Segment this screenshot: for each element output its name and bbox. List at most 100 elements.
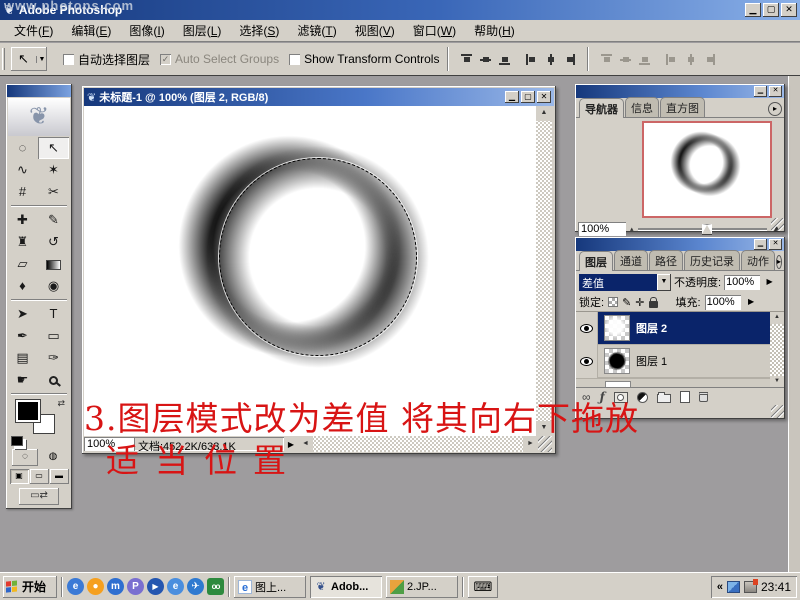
move-tool-preset-button[interactable]: ↖ ▼ <box>11 47 47 71</box>
messenger-icon[interactable]: ● <box>87 578 104 595</box>
type-tool-icon[interactable]: T <box>38 303 69 325</box>
opacity-slider-arrow-icon[interactable]: ▶ <box>763 275 776 290</box>
tab-layers[interactable]: 图层 <box>579 251 613 271</box>
status-menu-arrow-icon[interactable]: ▶ <box>284 440 298 449</box>
layers-close-button[interactable]: ✕ <box>769 239 782 250</box>
layer-style-icon[interactable]: ƒ <box>600 390 605 404</box>
navigator-close-button[interactable]: ✕ <box>769 86 782 97</box>
document-titlebar[interactable]: ❦ 未标题-1 @ 100% (图层 2, RGB/8) ▁ ▢ ✕ <box>84 88 554 106</box>
menu-filter[interactable]: 滤镜(T) <box>289 20 344 41</box>
tab-info[interactable]: 信息 <box>625 97 659 117</box>
toolbox-titlebar[interactable] <box>7 85 71 97</box>
flashget-icon[interactable]: ✈ <box>187 578 204 595</box>
layers-resize-grip[interactable] <box>771 405 784 418</box>
auto-select-layer-checkbox[interactable] <box>63 54 74 65</box>
layers-scroll-up-button[interactable]: ▲ <box>770 312 784 324</box>
default-colors-icon[interactable] <box>11 436 23 446</box>
align-bottom-edges-button[interactable] <box>496 51 513 68</box>
swap-colors-icon[interactable]: ⇄ <box>57 398 65 409</box>
healing-brush-tool-icon[interactable]: ✚ <box>7 209 38 231</box>
visibility-cell[interactable] <box>576 345 598 378</box>
visibility-cell[interactable] <box>576 312 598 345</box>
lock-position-icon[interactable]: ✛ <box>635 296 644 309</box>
maximize-button[interactable]: ▢ <box>763 3 779 17</box>
layers-menu-button[interactable]: ▸ <box>776 255 782 269</box>
menu-window[interactable]: 窗口(W) <box>405 20 464 41</box>
dodge-tool-icon[interactable]: ◉ <box>38 275 69 297</box>
document-canvas[interactable] <box>84 106 536 436</box>
close-button[interactable]: ✕ <box>781 3 797 17</box>
task-button-image-viewer[interactable]: 2.JP... <box>386 576 458 598</box>
navigator-zoom-slider[interactable] <box>638 223 768 235</box>
menu-image[interactable]: 图像(I) <box>121 20 172 41</box>
menu-help[interactable]: 帮助(H) <box>466 20 523 41</box>
zoom-tool-icon[interactable] <box>38 369 69 391</box>
slice-tool-icon[interactable]: ✂ <box>38 181 69 203</box>
navigator-menu-button[interactable]: ▸ <box>768 102 782 116</box>
tab-navigator[interactable]: 导航器 <box>579 98 624 118</box>
layer2-name[interactable]: 图层 2 <box>636 320 667 336</box>
layers-scroll-down-button[interactable]: ▼ <box>770 376 784 388</box>
menu-file[interactable]: 文件(F) <box>6 20 61 41</box>
show-transform-controls-checkbox[interactable] <box>289 54 300 65</box>
menu-select[interactable]: 选择(S) <box>231 20 287 41</box>
zoom-out-icon[interactable]: ▴ <box>630 225 634 233</box>
add-layer-mask-icon[interactable] <box>614 392 628 403</box>
eyedropper-tool-icon[interactable]: ✑ <box>38 347 69 369</box>
menu-view[interactable]: 视图(V) <box>347 20 403 41</box>
tab-paths[interactable]: 路径 <box>649 250 683 270</box>
task-button-webpage[interactable]: e 图上... <box>234 576 306 598</box>
fullscreen-menubar-mode-button[interactable]: ▭ <box>30 469 49 484</box>
fill-field[interactable]: 100% <box>705 295 741 310</box>
eraser-tool-icon[interactable]: ▱ <box>7 253 38 275</box>
navigator-proxy-preview[interactable] <box>642 121 772 218</box>
crop-tool-icon[interactable]: # <box>7 181 38 203</box>
document-close-button[interactable]: ✕ <box>537 91 551 103</box>
navigator-zoom-field[interactable]: 100% <box>578 222 626 236</box>
photoshop-logo-feather-icon[interactable]: ❦ <box>8 98 70 136</box>
maxthon-icon[interactable]: m <box>107 578 124 595</box>
layer-row-layer1[interactable]: 图层 1 <box>576 345 784 378</box>
align-vertical-centers-button[interactable] <box>477 51 494 68</box>
network-tray-icon[interactable] <box>727 581 740 593</box>
layer1-name[interactable]: 图层 1 <box>636 353 667 369</box>
document-maximize-button[interactable]: ▢ <box>521 91 535 103</box>
media-player-icon[interactable]: ▶ <box>147 578 164 595</box>
clone-stamp-tool-icon[interactable]: ♜ <box>7 231 38 253</box>
brush-tool-icon[interactable]: ✎ <box>38 209 69 231</box>
lock-pixels-icon[interactable]: ✎ <box>622 296 631 309</box>
window-resize-grip[interactable] <box>538 436 552 452</box>
align-left-edges-button[interactable] <box>523 51 540 68</box>
navigator-minimize-button[interactable]: ▁ <box>754 86 767 97</box>
start-button[interactable]: 开始 <box>3 576 57 598</box>
minimize-button[interactable]: ▁ <box>745 3 761 17</box>
scroll-down-button[interactable]: ▼ <box>536 421 552 436</box>
link-layers-icon[interactable]: ∞ <box>582 390 591 404</box>
tab-histogram[interactable]: 直方图 <box>660 97 705 117</box>
internet-explorer-icon[interactable]: e <box>167 578 184 595</box>
history-brush-tool-icon[interactable]: ↺ <box>38 231 69 253</box>
fullscreen-mode-button[interactable]: ▬ <box>50 469 69 484</box>
input-method-keyboard-button[interactable]: ⌨ <box>468 576 498 598</box>
align-horizontal-centers-button[interactable] <box>542 51 559 68</box>
task-button-photoshop[interactable]: ❦ Adob... <box>310 576 382 598</box>
elliptical-marquee-tool-icon[interactable]: ◌ <box>7 137 38 159</box>
zoom-slider-thumb[interactable] <box>702 224 712 234</box>
scroll-right-button[interactable]: ► <box>523 436 538 452</box>
blend-mode-dropdown-icon[interactable]: ▼ <box>657 274 671 291</box>
navigator-resize-grip[interactable] <box>771 218 784 231</box>
new-layer-icon[interactable] <box>680 391 690 403</box>
hand-tool-icon[interactable]: ☛ <box>7 369 38 391</box>
media-app-icon[interactable]: P <box>127 578 144 595</box>
menu-edit[interactable]: 编辑(E) <box>63 20 119 41</box>
scroll-left-button[interactable]: ◄ <box>298 436 313 452</box>
tab-history[interactable]: 历史记录 <box>684 250 740 270</box>
adjustment-layer-icon[interactable] <box>637 392 648 403</box>
tab-actions[interactable]: 动作 <box>741 250 775 270</box>
fill-slider-arrow-icon[interactable]: ▶ <box>745 295 758 310</box>
pen-tool-icon[interactable]: ✒ <box>7 325 38 347</box>
standard-mode-button[interactable]: ◌ <box>12 449 38 466</box>
browser-icon[interactable]: e <box>67 578 84 595</box>
options-grip[interactable] <box>2 48 5 70</box>
download-manager-tray-icon[interactable] <box>744 581 757 593</box>
